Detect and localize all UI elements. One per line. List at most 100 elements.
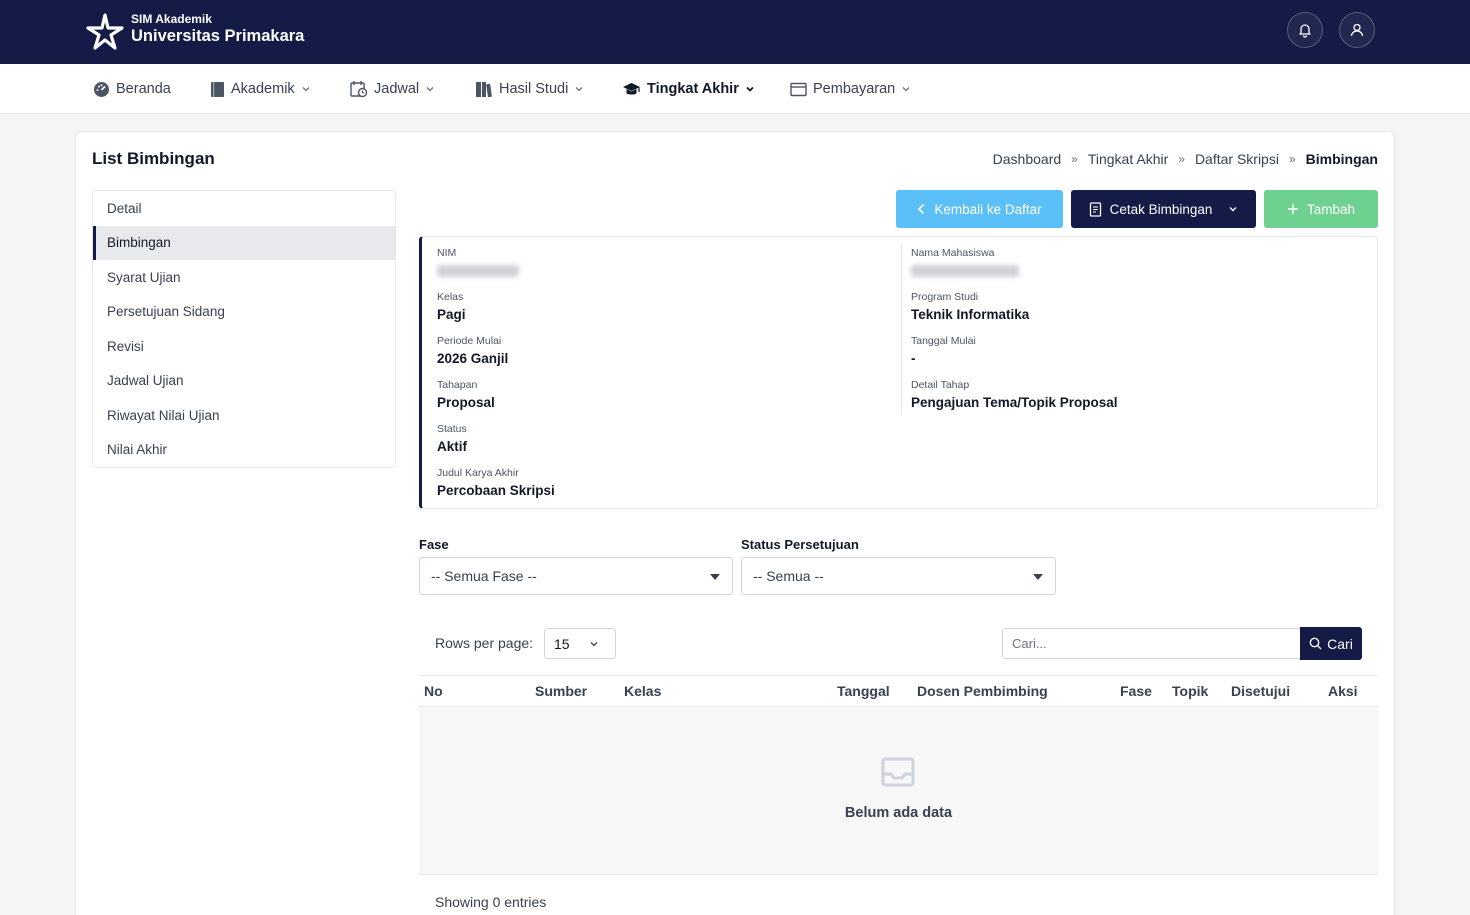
field-label: Nama Mahasiswa bbox=[911, 247, 995, 259]
search-button[interactable]: Cari bbox=[1300, 627, 1362, 660]
add-button-label: Tambah bbox=[1306, 201, 1356, 217]
chevron-down-icon bbox=[1229, 207, 1237, 212]
top-header: SIM Akademik Universitas Primakara bbox=[0, 0, 1470, 64]
app-subtitle: SIM Akademik bbox=[131, 12, 212, 26]
nav-beranda[interactable]: Beranda bbox=[93, 79, 171, 99]
field-program-studi: Program Studi Teknik Informatika bbox=[911, 291, 1029, 322]
sidebar-item-jadwal-ujian[interactable]: Jadwal Ujian bbox=[93, 364, 395, 399]
field-value: Pagi bbox=[437, 307, 466, 322]
chevron-down-icon bbox=[426, 87, 434, 92]
field-value: 2026 Ganjil bbox=[437, 351, 509, 366]
nav-pembayaran[interactable]: Pembayaran bbox=[790, 79, 911, 99]
status-filter-label: Status Persetujuan bbox=[741, 537, 859, 552]
add-button[interactable]: Tambah bbox=[1264, 190, 1378, 228]
breadcrumb-separator-icon: » bbox=[1288, 152, 1296, 166]
graduation-cap-icon bbox=[623, 83, 640, 95]
field-value: Teknik Informatika bbox=[911, 307, 1030, 322]
rows-per-page-value: 15 bbox=[554, 635, 570, 652]
bell-icon bbox=[1299, 24, 1311, 38]
document-icon bbox=[1089, 201, 1101, 217]
column-header-kelas[interactable]: Kelas bbox=[624, 683, 661, 699]
field-kelas: Kelas Pagi bbox=[437, 291, 466, 322]
rows-per-page-select[interactable]: 15 bbox=[544, 628, 616, 659]
wallet-icon bbox=[790, 82, 807, 96]
rows-per-page-label: Rows per page: bbox=[435, 635, 534, 651]
field-nim: NIM bbox=[437, 247, 519, 282]
sidebar-item-revisi[interactable]: Revisi bbox=[93, 329, 395, 364]
breadcrumb-separator-icon: » bbox=[1071, 152, 1078, 166]
column-header-fase[interactable]: Fase bbox=[1120, 683, 1152, 699]
sidebar-item-riwayat-nilai-ujian[interactable]: Riwayat Nilai Ujian bbox=[93, 398, 395, 433]
field-judul-karya-akhir: Judul Karya Akhir Percobaan Skripsi bbox=[437, 467, 555, 498]
book-icon bbox=[211, 81, 224, 97]
calendar-clock-icon bbox=[350, 81, 368, 98]
books-icon bbox=[476, 81, 492, 97]
back-button-label: Kembali ke Daftar bbox=[934, 201, 1042, 217]
field-tanggal-mulai: Tanggal Mulai - bbox=[911, 335, 976, 366]
field-label: Status bbox=[437, 423, 467, 435]
inbox-icon bbox=[881, 757, 915, 787]
column-header-dosen-pembimbing[interactable]: Dosen Pembimbing bbox=[917, 683, 1048, 699]
status-select-value: -- Semua -- bbox=[753, 568, 824, 584]
column-header-topik[interactable]: Topik bbox=[1172, 683, 1208, 699]
table-header: No Sumber Kelas Tanggal Dosen Pembimbing… bbox=[419, 675, 1378, 707]
nav-hasil-studi[interactable]: Hasil Studi bbox=[475, 79, 584, 99]
nav-label: Akademik bbox=[231, 81, 295, 97]
print-bimbingan-button[interactable]: Cetak Bimbingan bbox=[1071, 190, 1256, 228]
table-empty-state: Belum ada data bbox=[419, 707, 1378, 875]
breadcrumb: Dashboard » Tingkat Akhir » Daftar Skrip… bbox=[993, 151, 1378, 167]
field-value: Proposal bbox=[437, 395, 495, 410]
main-nav: Beranda Akademik Jadwal Hasil Studi Ting… bbox=[0, 64, 1470, 114]
sidebar-item-nilai-akhir[interactable]: Nilai Akhir bbox=[93, 433, 395, 468]
field-detail-tahap: Detail Tahap Pengajuan Tema/Topik Propos… bbox=[911, 379, 1118, 410]
back-to-list-button[interactable]: Kembali ke Daftar bbox=[896, 190, 1063, 228]
nav-akademik[interactable]: Akademik bbox=[210, 79, 311, 99]
chevron-left-icon bbox=[918, 203, 925, 215]
column-header-no[interactable]: No bbox=[424, 683, 443, 699]
status-persetujuan-select[interactable]: -- Semua -- bbox=[741, 557, 1056, 595]
field-value: Pengajuan Tema/Topik Proposal bbox=[911, 395, 1118, 410]
table-entries-info: Showing 0 entries bbox=[435, 894, 547, 910]
user-menu-button[interactable] bbox=[1339, 12, 1375, 48]
breadcrumb-current: Bimbingan bbox=[1305, 151, 1378, 167]
sidebar-item-detail[interactable]: Detail bbox=[93, 191, 395, 226]
breadcrumb-dashboard[interactable]: Dashboard bbox=[993, 151, 1062, 167]
nav-jadwal[interactable]: Jadwal bbox=[350, 79, 435, 99]
nav-label: Beranda bbox=[116, 81, 171, 97]
nav-label: Jadwal bbox=[374, 81, 420, 97]
redacted-nim bbox=[437, 265, 519, 277]
nav-label: Pembayaran bbox=[813, 81, 896, 97]
column-header-disetujui[interactable]: Disetujui bbox=[1231, 683, 1290, 699]
fase-filter-label: Fase bbox=[419, 537, 449, 552]
field-nama-mahasiswa: Nama Mahasiswa bbox=[911, 247, 1019, 282]
caret-down-icon bbox=[710, 574, 720, 580]
field-value: Aktif bbox=[437, 439, 467, 454]
field-value: Percobaan Skripsi bbox=[437, 483, 555, 498]
field-periode-mulai: Periode Mulai 2026 Ganjil bbox=[437, 335, 508, 366]
redacted-nama bbox=[911, 265, 1019, 277]
breadcrumb-daftar-skripsi[interactable]: Daftar Skripsi bbox=[1195, 151, 1279, 167]
column-header-sumber[interactable]: Sumber bbox=[535, 683, 587, 699]
field-status: Status Aktif bbox=[437, 423, 467, 454]
breadcrumb-tingkat-akhir[interactable]: Tingkat Akhir bbox=[1088, 151, 1168, 167]
notification-button[interactable] bbox=[1287, 12, 1323, 48]
caret-down-icon bbox=[1033, 574, 1043, 580]
field-label: NIM bbox=[437, 247, 457, 259]
field-label: Program Studi bbox=[911, 291, 979, 303]
search-input[interactable] bbox=[1002, 628, 1301, 659]
detail-sidebar: Detail Bimbingan Syarat Ujian Persetujua… bbox=[92, 190, 396, 468]
nav-tingkat-akhir[interactable]: Tingkat Akhir bbox=[622, 79, 755, 99]
chevron-down-icon bbox=[590, 642, 598, 647]
column-header-aksi[interactable]: Aksi bbox=[1328, 683, 1358, 699]
university-logo[interactable] bbox=[86, 12, 124, 50]
column-divider bbox=[901, 245, 902, 415]
sidebar-item-bimbingan[interactable]: Bimbingan bbox=[93, 225, 395, 260]
field-label: Judul Karya Akhir bbox=[437, 467, 519, 479]
column-header-tanggal[interactable]: Tanggal bbox=[837, 683, 890, 699]
sidebar-item-syarat-ujian[interactable]: Syarat Ujian bbox=[93, 260, 395, 295]
fase-select[interactable]: -- Semua Fase -- bbox=[419, 557, 733, 595]
sidebar-item-persetujuan-sidang[interactable]: Persetujuan Sidang bbox=[93, 295, 395, 330]
chevron-down-icon bbox=[746, 86, 754, 92]
empty-state-text: Belum ada data bbox=[844, 805, 953, 821]
plus-icon bbox=[1287, 204, 1298, 214]
